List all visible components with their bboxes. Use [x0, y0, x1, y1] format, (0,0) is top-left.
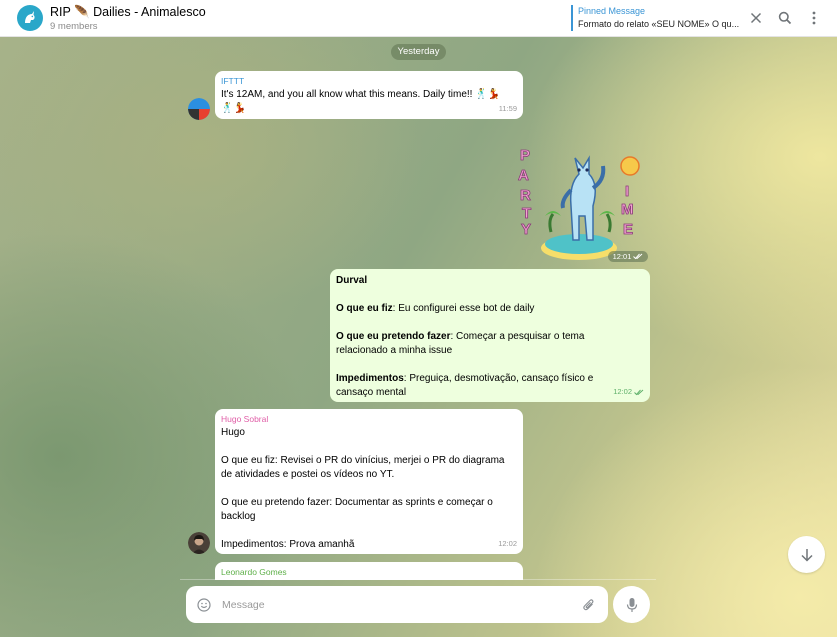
message-input[interactable] — [222, 596, 562, 614]
avatar-ifttt[interactable] — [188, 98, 210, 120]
pinned-message-label: Pinned Message — [578, 6, 646, 16]
message-text-line: backlog — [221, 511, 256, 522]
message-text-line: Hugo — [221, 427, 245, 438]
svg-text:T: T — [522, 205, 531, 222]
emoji-icon — [197, 598, 211, 612]
message-text-line: Impedimentos: Prova amanhã — [221, 539, 355, 550]
message-text-line: O que eu fiz: Revisei o PR do vinícius, … — [221, 455, 505, 466]
message-text-line-2: 🕺💃 — [221, 103, 246, 114]
group-avatar[interactable] — [17, 5, 43, 31]
double-check-icon — [633, 253, 643, 260]
message-bubble-ifttt[interactable]: IFTTT It's 12AM, and you all know what t… — [215, 71, 523, 119]
svg-text:P: P — [520, 147, 530, 164]
more-vertical-icon — [812, 11, 816, 25]
voice-message-button[interactable] — [613, 586, 650, 623]
svg-text:Y: Y — [521, 221, 531, 238]
message-text-line: O que eu pretendo fazer: Documentar as s… — [221, 497, 493, 508]
svg-text:A: A — [518, 167, 529, 184]
microphone-icon — [626, 597, 637, 612]
sticker-time: 12:01 — [608, 251, 648, 262]
avatar-hugo[interactable] — [188, 532, 210, 554]
message-text-line: de atividades e postei os vídeos no YT. — [221, 469, 395, 480]
svg-text:I: I — [625, 183, 629, 200]
svg-text:R: R — [520, 187, 531, 204]
double-check-icon — [634, 389, 644, 395]
member-count: 9 members — [50, 21, 98, 32]
ifttt-avatar-icon — [188, 98, 210, 120]
search-button[interactable] — [775, 8, 795, 28]
emoji-button[interactable] — [197, 598, 211, 617]
message-text-line: Impedimentos: Preguiça, desmotivação, ca… — [336, 373, 594, 384]
message-time: 11:59 — [498, 104, 517, 113]
message-composer — [186, 586, 608, 623]
chat-header: RIP 🪶 Dailies - Animalesco 9 members Pin… — [0, 0, 837, 37]
user-photo-icon — [188, 532, 210, 554]
message-bubble-durval[interactable]: Durval O que eu fiz: Eu configurei esse … — [330, 269, 650, 402]
unicorn-icon — [21, 9, 39, 27]
pinned-message-text: Formato do relato «SEU NOME» O qu... — [578, 19, 740, 29]
pinned-message[interactable]: Pinned Message Formato do relato «SEU NO… — [571, 5, 741, 31]
close-icon — [750, 12, 762, 24]
paperclip-icon — [583, 599, 594, 611]
search-icon — [778, 11, 792, 25]
message-text-line: O que eu fiz: Eu configurei esse bot de … — [336, 303, 535, 314]
attach-button[interactable] — [582, 598, 596, 617]
party-time-sticker[interactable]: P A R T Y I M E — [513, 140, 647, 264]
party-cat-sticker-icon: P A R T Y I M E — [518, 147, 640, 260]
message-text-line: O que eu pretendo fazer: Começar a pesqu… — [336, 331, 585, 342]
chat-title[interactable]: RIP 🪶 Dailies - Animalesco — [50, 5, 206, 20]
message-time: 12:02 — [498, 539, 517, 548]
svg-text:M: M — [621, 201, 634, 218]
message-sender: Hugo Sobral — [221, 414, 269, 424]
more-options-button[interactable] — [804, 8, 824, 28]
close-pinned-button[interactable] — [746, 8, 766, 28]
message-bubble-hugo[interactable]: Hugo Sobral Hugo O que eu fiz: Revisei o… — [215, 409, 523, 554]
composer-divider — [180, 579, 656, 580]
message-text-line: relacionado a minha issue — [336, 345, 453, 356]
message-author-line: Durval — [336, 275, 368, 286]
arrow-down-icon — [800, 548, 813, 562]
svg-text:E: E — [623, 221, 633, 238]
message-text-line: cansaço mental — [336, 387, 407, 398]
date-separator: Yesterday — [391, 44, 446, 60]
scroll-to-bottom-button[interactable] — [788, 536, 825, 573]
message-sender: Leonardo Gomes — [221, 567, 287, 577]
message-time: 12:02 — [613, 385, 644, 399]
message-sender: IFTTT — [221, 76, 245, 86]
message-bubble-leonardo[interactable]: Leonardo Gomes — [215, 562, 523, 580]
message-text: It's 12AM, and you all know what this me… — [221, 89, 501, 100]
